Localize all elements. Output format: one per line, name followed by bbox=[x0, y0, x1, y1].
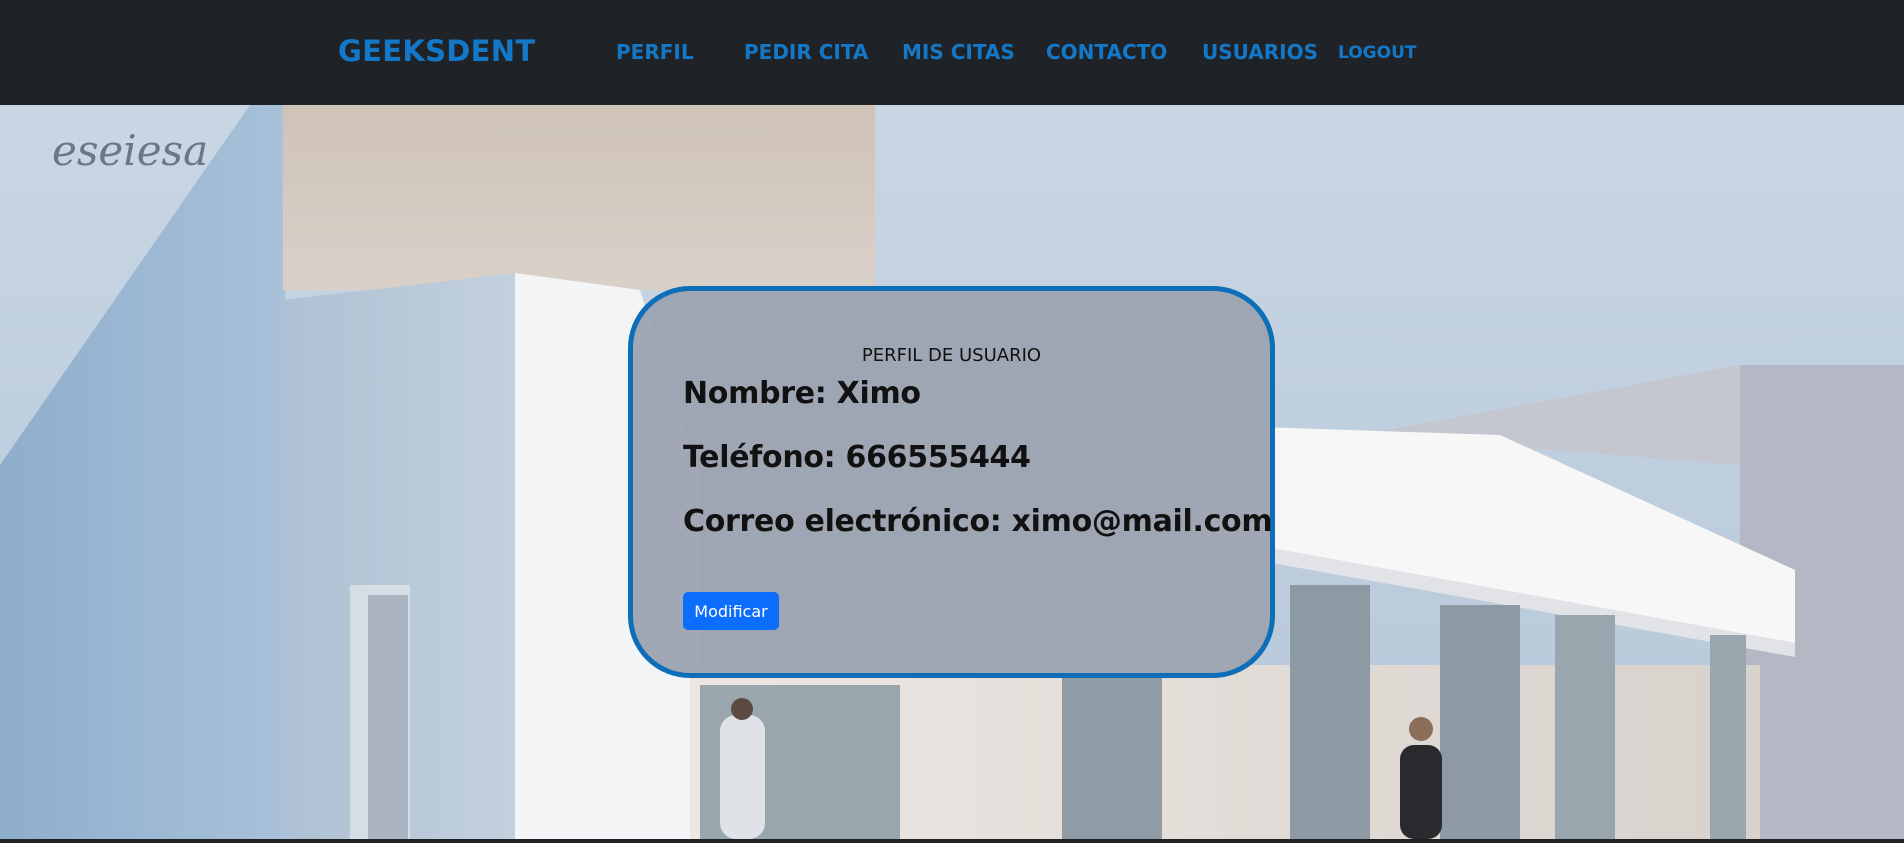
nav-link-logout[interactable]: LOGOUT bbox=[1338, 43, 1416, 63]
profile-email: Correo electrónico: ximo@mail.com bbox=[683, 504, 1273, 539]
nav-link-perfil[interactable]: PERFIL bbox=[616, 40, 694, 64]
profile-title: PERFIL DE USUARIO bbox=[861, 345, 1042, 366]
nav-link-mis-citas[interactable]: MIS CITAS bbox=[902, 40, 1015, 64]
profile-phone: Teléfono: 666555444 bbox=[683, 440, 1031, 475]
nav-link-contacto[interactable]: CONTACTO bbox=[1046, 40, 1167, 64]
bottom-border bbox=[0, 839, 1904, 843]
signature-logo: eseiesa bbox=[52, 126, 208, 175]
profile-name: Nombre: Ximo bbox=[683, 376, 921, 411]
nav-link-usuarios[interactable]: USUARIOS bbox=[1202, 40, 1318, 64]
navbar: GEEKSDENT PERFIL PEDIR CITA MIS CITAS CO… bbox=[0, 0, 1904, 105]
modify-button[interactable]: Modificar bbox=[683, 592, 779, 630]
profile-card: PERFIL DE USUARIO Nombre: Ximo Teléfono:… bbox=[628, 286, 1275, 678]
brand-logo-link[interactable]: GEEKSDENT bbox=[338, 34, 535, 68]
nav-link-pedir-cita[interactable]: PEDIR CITA bbox=[744, 40, 868, 64]
